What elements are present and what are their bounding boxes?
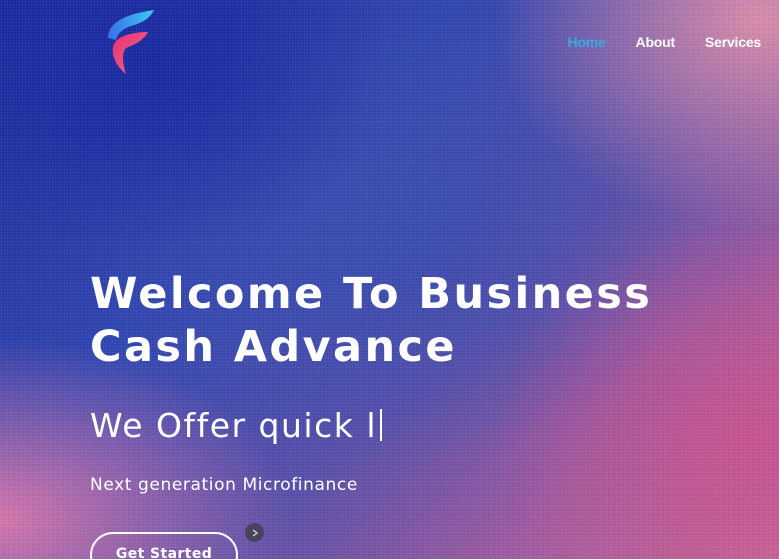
nav-item-about[interactable]: About — [636, 34, 676, 50]
main-nav: Home About Services — [567, 34, 761, 50]
typing-cursor — [380, 409, 383, 441]
chevron-right-icon[interactable] — [245, 523, 264, 542]
typed-headline: We Offer quick l — [90, 406, 383, 445]
hero-title-line-1: Welcome To Business — [90, 269, 653, 319]
nav-item-services[interactable]: Services — [705, 34, 761, 50]
typed-text: We Offer quick l — [90, 406, 378, 445]
hero-title: Welcome To Business Cash Advance — [90, 268, 770, 374]
nav-item-home[interactable]: Home — [567, 34, 605, 50]
hero-subtitle: Next generation Microfinance — [90, 475, 358, 495]
brand-logo-icon[interactable] — [104, 8, 158, 78]
hero-title-line-2: Cash Advance — [90, 322, 457, 372]
get-started-button[interactable]: Get Started — [90, 532, 238, 559]
